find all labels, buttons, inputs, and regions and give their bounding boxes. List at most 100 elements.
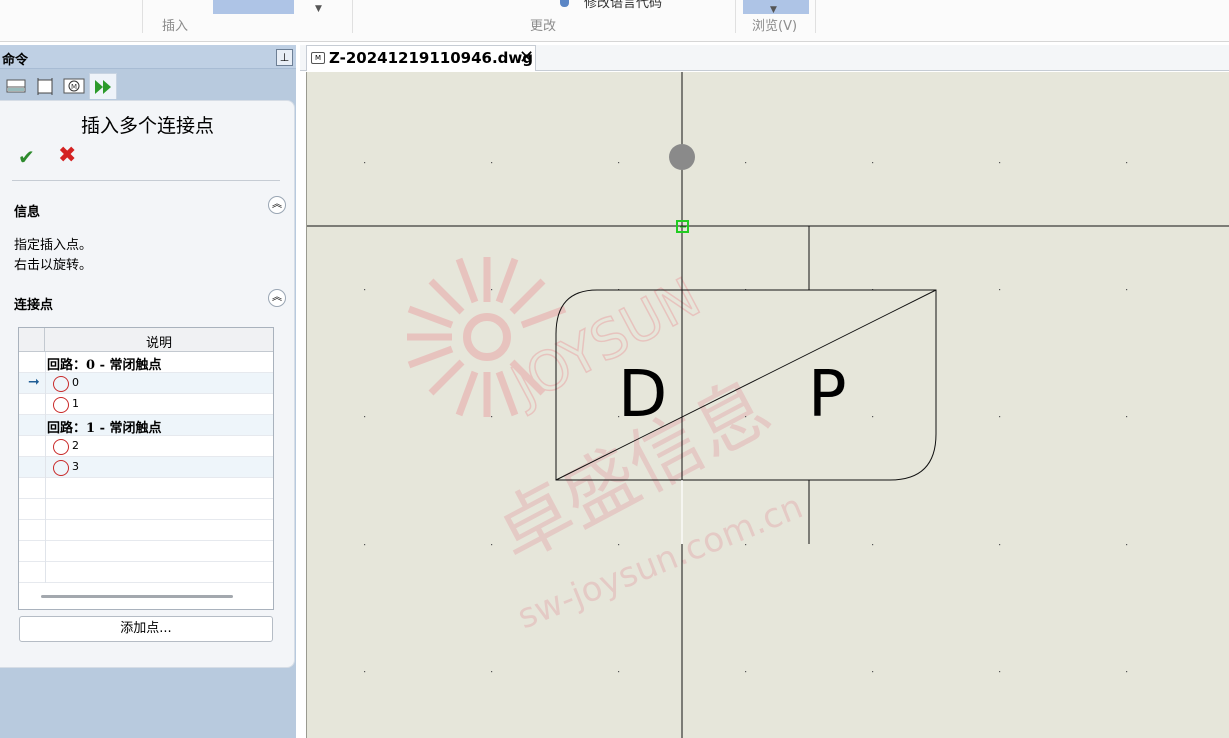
- ribbon-separator: [815, 0, 816, 33]
- tab-command[interactable]: [89, 73, 117, 99]
- divider: [12, 180, 280, 181]
- drawing-file-icon: M: [311, 52, 325, 64]
- chevron-down-icon[interactable]: ▼: [315, 4, 322, 14]
- collapse-icon[interactable]: ︽: [268, 196, 286, 214]
- table-row-empty: [19, 541, 273, 562]
- point-number: 2: [72, 439, 79, 452]
- symbol-letter-p: P: [808, 358, 847, 432]
- grid-dot: [1126, 162, 1128, 164]
- grid-dot: [745, 416, 747, 418]
- point-number: 1: [72, 397, 79, 410]
- current-row-arrow-icon: ➞: [28, 374, 40, 390]
- connection-points-table: 说明 回路：0 - 常闭触点 ➞ 0 1 回路：1 - 常闭触点 2 3: [18, 327, 274, 610]
- grid-dot: [872, 162, 874, 164]
- drawing-svg: JOYSUN 卓盛信息 sw-joysun.com.cn D P: [307, 72, 1229, 738]
- macro-icon: M: [63, 78, 85, 94]
- pin-icon[interactable]: ⊥: [276, 49, 293, 66]
- grid-dot: [1126, 416, 1128, 418]
- tab-configuration-manager[interactable]: M: [60, 73, 88, 99]
- grid-dot: [872, 671, 874, 673]
- point-circle-icon: [53, 460, 69, 476]
- horizontal-scrollbar[interactable]: [41, 595, 233, 598]
- grid-dot: [618, 162, 620, 164]
- table-row-group[interactable]: 回路：0 - 常闭触点: [19, 352, 273, 373]
- point-circle-icon: [53, 376, 69, 392]
- table-header: 说明: [19, 328, 273, 352]
- feature-tree-icon: [6, 79, 26, 93]
- ribbon-separator: [352, 0, 353, 33]
- grid-dot: [364, 671, 366, 673]
- grid-dot: [872, 544, 874, 546]
- ribbon-group-modify-label: 更改: [530, 19, 557, 34]
- ribbon-group-insert-label: 插入: [162, 19, 189, 34]
- cancel-button[interactable]: ✖: [58, 143, 76, 168]
- grid-dot: [364, 416, 366, 418]
- grid-dot: [999, 289, 1001, 291]
- grid-dot: [745, 162, 747, 164]
- column-header-description[interactable]: 说明: [45, 332, 273, 351]
- ribbon-modify-language-button[interactable]: 修改语言代码: [584, 0, 662, 11]
- table-header-blank: [19, 328, 45, 352]
- document-tab-name: Z-20241219110946.dwg: [329, 49, 533, 67]
- grid-dot: [618, 544, 620, 546]
- grid-dot: [999, 162, 1001, 164]
- table-row-empty: [19, 520, 273, 541]
- panel-title: 命令: [2, 53, 29, 68]
- ribbon-separator: [142, 0, 143, 33]
- close-icon[interactable]: ✕: [519, 47, 534, 68]
- table-row-empty: [19, 562, 273, 583]
- info-section-title: 信息: [14, 205, 41, 220]
- fast-forward-icon: [95, 79, 111, 94]
- command-panel: 命令 ⊥ M 插入多个连接点 ✔ ✖ 信息 ︽ 指定插入点。 右击以旋转。 连接…: [0, 45, 296, 738]
- grid-dot: [745, 671, 747, 673]
- table-row-point[interactable]: 1: [19, 394, 273, 415]
- grid-dot: [491, 544, 493, 546]
- point-number: 3: [72, 460, 79, 473]
- panel-tabs: M: [0, 70, 296, 100]
- language-icon: [560, 0, 569, 7]
- grid-dot: [999, 671, 1001, 673]
- ok-button[interactable]: ✔: [18, 145, 35, 169]
- symbol-letter-d: D: [618, 358, 667, 432]
- grid-dot: [491, 289, 493, 291]
- property-manager: 插入多个连接点 ✔ ✖ 信息 ︽ 指定插入点。 右击以旋转。 连接点 ︽ 说明 …: [0, 100, 295, 668]
- info-line: 指定插入点。: [14, 238, 93, 253]
- grid-dot: [999, 544, 1001, 546]
- point-number: 0: [72, 376, 79, 389]
- circuit-label: 回路：1 - 常闭触点: [47, 421, 162, 436]
- grid-dot: [745, 544, 747, 546]
- grid-dot: [1126, 289, 1128, 291]
- grid-dot: [364, 289, 366, 291]
- table-row-group[interactable]: 回路：1 - 常闭触点: [19, 415, 273, 436]
- svg-text:M: M: [71, 83, 77, 91]
- table-row-point[interactable]: 2: [19, 436, 273, 457]
- ribbon: ▼ 插入 修改语言代码 更改 ▼ 浏览(V): [0, 0, 1229, 42]
- document-tab[interactable]: M Z-20241219110946.dwg ✕: [306, 45, 536, 71]
- panel-header: 命令 ⊥: [0, 45, 296, 69]
- tab-property-manager[interactable]: [31, 73, 59, 99]
- insertion-point-marker-icon: [669, 144, 695, 170]
- grid-dot: [364, 162, 366, 164]
- drawing-lines: [307, 72, 1229, 738]
- grid-dot: [491, 416, 493, 418]
- watermark: JOYSUN 卓盛信息 sw-joysun.com.cn: [407, 257, 808, 637]
- drawing-canvas[interactable]: JOYSUN 卓盛信息 sw-joysun.com.cn D P: [306, 72, 1229, 738]
- ribbon-insert-button[interactable]: [213, 0, 294, 14]
- info-line: 右击以旋转。: [14, 258, 93, 273]
- add-points-button[interactable]: 添加点...: [19, 616, 273, 642]
- property-manager-title: 插入多个连接点: [80, 115, 214, 137]
- ribbon-group-browse-label: 浏览(V): [752, 19, 798, 34]
- document-tab-bar: M Z-20241219110946.dwg ✕: [300, 45, 1229, 71]
- ribbon-separator: [735, 0, 736, 33]
- table-row-point[interactable]: ➞ 0: [19, 373, 273, 394]
- table-row-empty: [19, 478, 273, 499]
- collapse-icon[interactable]: ︽: [268, 289, 286, 307]
- table-row-point[interactable]: 3: [19, 457, 273, 478]
- circuit-label: 回路：0 - 常闭触点: [47, 358, 162, 373]
- grid-dot: [999, 416, 1001, 418]
- watermark-brand: JOYSUN: [499, 266, 710, 418]
- tab-feature-manager[interactable]: [2, 73, 30, 99]
- chevron-down-icon[interactable]: ▼: [770, 5, 777, 15]
- point-circle-icon: [53, 397, 69, 413]
- table-row-empty: [19, 499, 273, 520]
